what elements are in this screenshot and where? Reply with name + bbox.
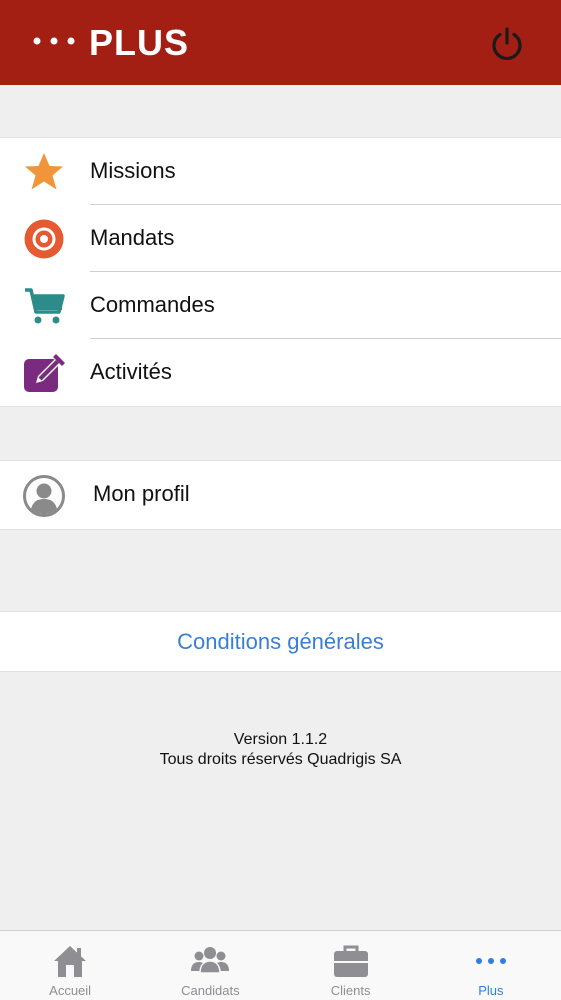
terms-link-row[interactable]: Conditions générales (0, 611, 561, 672)
menu-item-label: Mandats (90, 225, 175, 250)
more-dots-icon[interactable] (33, 37, 75, 45)
tab-label: Accueil (49, 983, 92, 998)
tab-label: Candidats (181, 983, 240, 998)
menu-item-profile[interactable]: Mon profil (0, 461, 561, 529)
menu-item-missions[interactable]: Missions (0, 138, 561, 205)
tab-label: Plus (478, 983, 504, 998)
tab-candidats[interactable]: Candidats (140, 931, 280, 1000)
cart-icon (25, 288, 65, 324)
menu-item-label: Missions (90, 158, 176, 183)
star-icon (25, 153, 63, 190)
tab-accueil[interactable]: Accueil (0, 931, 140, 1000)
people-icon (191, 947, 230, 974)
user-icon (23, 475, 65, 517)
menu-group: Missions Mandats Commandes Activités (0, 137, 561, 407)
menu-item-commandes[interactable]: Commandes (0, 272, 561, 339)
profile-group: Mon profil (0, 460, 561, 530)
power-icon[interactable] (489, 26, 525, 62)
menu-item-mandats[interactable]: Mandats (0, 205, 561, 272)
tab-clients[interactable]: Clients (281, 931, 421, 1000)
menu-item-label: Mon profil (93, 481, 190, 506)
terms-link[interactable]: Conditions générales (177, 629, 384, 655)
tab-label: Clients (330, 983, 371, 998)
page-title: PLUS (89, 22, 190, 63)
edit-icon (24, 354, 65, 392)
menu-item-label: Activités (90, 359, 172, 384)
tab-bar: Accueil Candidats Clients Plus (0, 930, 561, 1000)
briefcase-icon (333, 945, 368, 977)
home-icon (54, 946, 87, 977)
target-icon (24, 219, 64, 259)
version-text: Version 1.1.2 (233, 731, 328, 748)
version-info: Version 1.1.2 Tous droits réservés Quadr… (0, 730, 561, 770)
more-icon (475, 958, 506, 964)
menu-item-activites[interactable]: Activités (0, 339, 561, 406)
copyright-text: Tous droits réservés Quadrigis SA (159, 751, 402, 768)
tab-plus[interactable]: Plus (421, 931, 561, 1000)
app-header: PLUS (0, 0, 561, 85)
menu-item-label: Commandes (90, 292, 215, 317)
